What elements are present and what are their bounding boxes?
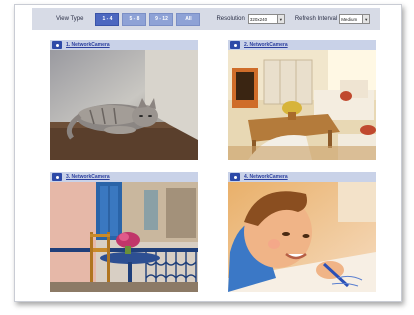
- resolution-value: 320x240: [249, 16, 268, 22]
- camera-header-3: 3. NetworkCamera: [50, 172, 198, 182]
- camera-link-3[interactable]: 3. NetworkCamera: [66, 174, 110, 180]
- camera-feed-3: [50, 182, 198, 292]
- chevron-down-icon: ▼: [362, 15, 370, 23]
- camera-panel-1: 1. NetworkCamera: [50, 40, 198, 160]
- camera-header-2: 2. NetworkCamera: [228, 40, 376, 50]
- camera-icon: [230, 41, 240, 49]
- refresh-interval-value: Medium: [341, 16, 358, 22]
- camera-icon: [52, 41, 62, 49]
- resolution-label: Resolution: [216, 16, 245, 22]
- camera-panel-4: 4. NetworkCamera: [228, 172, 376, 292]
- resolution-select[interactable]: 320x240 ▼: [247, 14, 285, 24]
- view-5-8-button[interactable]: 5 - 8: [122, 12, 147, 26]
- view-type-label: View Type: [56, 16, 84, 22]
- camera-header-1: 1. NetworkCamera: [50, 40, 198, 50]
- chevron-down-icon: ▼: [276, 15, 284, 23]
- camera-feed-1: [50, 50, 198, 160]
- camera-panel-3: 3. NetworkCamera: [50, 172, 198, 292]
- camera-feed-4: [228, 182, 376, 292]
- camera-icon: [230, 173, 240, 181]
- camera-header-4: 4. NetworkCamera: [228, 172, 376, 182]
- refresh-interval-label: Refresh Interval: [294, 16, 338, 22]
- camera-link-4[interactable]: 4. NetworkCamera: [244, 174, 288, 180]
- view-all-button[interactable]: All: [176, 12, 201, 26]
- view-toolbar: View Type 1 - 4 5 - 8 9 - 12 All Resolut…: [32, 8, 380, 30]
- camera-feed-2: [228, 50, 376, 160]
- view-1-4-button[interactable]: 1 - 4: [95, 12, 120, 26]
- camera-link-1[interactable]: 1. NetworkCamera: [66, 42, 110, 48]
- camera-panel-2: 2. NetworkCamera: [228, 40, 376, 160]
- camera-icon: [52, 173, 62, 181]
- refresh-interval-select[interactable]: Medium ▼: [339, 14, 371, 24]
- camera-link-2[interactable]: 2. NetworkCamera: [244, 42, 288, 48]
- view-9-12-button[interactable]: 9 - 12: [149, 12, 174, 26]
